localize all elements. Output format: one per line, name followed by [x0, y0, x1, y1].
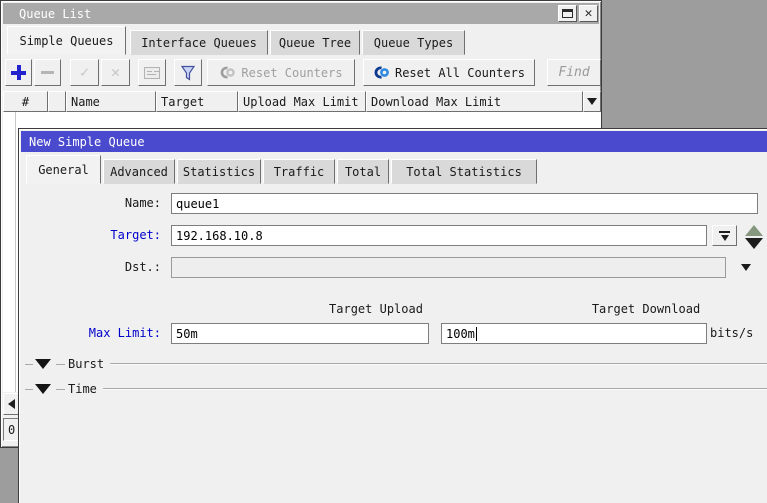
find-label: Find	[558, 65, 589, 80]
tab-total[interactable]: Total	[337, 159, 389, 184]
target-input[interactable]: 192.168.10.8	[171, 225, 707, 246]
divider	[25, 389, 33, 390]
reset-counters-icon	[219, 66, 236, 79]
tab-general[interactable]: General	[26, 155, 101, 184]
column-header-target[interactable]: Target	[156, 91, 238, 112]
arrow-left-icon	[8, 399, 15, 409]
comment-icon	[144, 67, 160, 79]
divider	[25, 364, 33, 365]
max-limit-download-input[interactable]: 100m	[441, 323, 707, 344]
disable-button[interactable]: ✕	[101, 59, 130, 86]
dst-label: Dst.:	[19, 260, 161, 274]
enable-button[interactable]: ✓	[70, 59, 99, 86]
dst-dropdown-icon[interactable]	[741, 264, 751, 271]
add-button[interactable]	[5, 59, 32, 86]
arrow-down-icon[interactable]	[745, 238, 763, 249]
tab-interface-queues[interactable]: Interface Queues	[130, 30, 268, 55]
name-input[interactable]: queue1	[171, 193, 758, 214]
grid-line	[15, 112, 16, 392]
name-label: Name:	[19, 196, 161, 210]
reset-all-counters-icon	[373, 66, 390, 79]
target-dropdown-button[interactable]	[712, 225, 737, 246]
target-upload-header: Target Upload	[326, 302, 426, 316]
drop-list-icon	[719, 231, 730, 233]
queue-list-titlebar[interactable]: Queue List ✕	[3, 3, 599, 24]
desktop: Queue List ✕ Simple Queues Interface Que…	[0, 0, 767, 503]
queue-list-toolbar: ✓ ✕ Reset Counters	[3, 59, 601, 89]
remove-button[interactable]	[34, 59, 61, 86]
time-expand-icon[interactable]	[35, 384, 51, 394]
queue-list-tab-bar: Simple Queues Interface Queues Queue Tre…	[3, 25, 601, 55]
dialog-titlebar[interactable]: New Simple Queue	[21, 131, 767, 152]
queue-list-title: Queue List	[3, 7, 91, 21]
name-value: queue1	[176, 197, 219, 211]
minus-icon	[41, 71, 54, 74]
time-section: Time	[25, 382, 767, 396]
max-limit-label: Max Limit:	[19, 326, 161, 340]
time-section-label: Time	[68, 382, 97, 396]
reset-all-counters-button[interactable]: Reset All Counters	[363, 59, 535, 86]
tab-statistics[interactable]: Statistics	[177, 159, 261, 184]
column-header-flags[interactable]	[48, 91, 66, 112]
burst-section: Burst	[25, 357, 767, 371]
tab-total-statistics[interactable]: Total Statistics	[391, 159, 537, 184]
comment-button[interactable]	[138, 59, 166, 86]
max-limit-download-value: 100m	[446, 327, 475, 341]
chevron-down-icon	[587, 98, 597, 105]
column-header-number[interactable]: #	[3, 91, 48, 112]
divider	[110, 363, 767, 365]
close-icon: ✕	[585, 7, 593, 20]
text-cursor	[476, 327, 477, 341]
drop-list-arrow-icon	[721, 235, 729, 241]
x-icon: ✕	[111, 65, 120, 80]
divider	[56, 389, 65, 390]
find-button[interactable]: Find	[547, 59, 601, 86]
maximize-button[interactable]	[558, 5, 577, 22]
target-download-header: Target Download	[586, 302, 706, 316]
reset-counters-button[interactable]: Reset Counters	[207, 59, 355, 86]
filter-icon	[180, 65, 196, 81]
arrow-up-icon[interactable]	[745, 225, 763, 236]
dialog-tab-bar: General Advanced Statistics Traffic Tota…	[21, 155, 767, 184]
dialog-title: New Simple Queue	[21, 135, 145, 149]
divider	[56, 364, 65, 365]
tab-queue-types[interactable]: Queue Types	[362, 30, 465, 55]
filter-button[interactable]	[174, 59, 202, 86]
column-header-upload[interactable]: Upload Max Limit	[238, 91, 366, 112]
column-header-name[interactable]: Name	[66, 91, 156, 112]
target-add-remove-spinner	[743, 225, 765, 249]
max-limit-upload-value: 50m	[176, 327, 198, 341]
close-button[interactable]: ✕	[579, 5, 598, 22]
tab-advanced[interactable]: Advanced	[103, 159, 175, 184]
max-limit-upload-input[interactable]: 50m	[171, 323, 429, 344]
target-label: Target:	[19, 228, 161, 242]
add-icon	[11, 65, 26, 80]
column-header-download[interactable]: Download Max Limit	[366, 91, 583, 112]
tab-simple-queues[interactable]: Simple Queues	[7, 26, 126, 55]
burst-section-label: Burst	[68, 357, 104, 371]
dst-input[interactable]	[171, 257, 726, 278]
queue-table-header: # Name Target Upload Max Limit Download …	[3, 91, 601, 112]
column-select-button[interactable]	[583, 91, 601, 112]
divider	[103, 388, 767, 390]
tab-queue-tree[interactable]: Queue Tree	[270, 30, 360, 55]
check-icon: ✓	[80, 65, 89, 80]
new-simple-queue-dialog: New Simple Queue General Advanced Statis…	[18, 128, 767, 503]
maximize-icon	[562, 9, 573, 18]
burst-expand-icon[interactable]	[35, 359, 51, 369]
unit-label: bits/s	[710, 326, 753, 340]
tab-traffic[interactable]: Traffic	[263, 159, 335, 184]
target-value: 192.168.10.8	[176, 229, 263, 243]
reset-all-counters-label: Reset All Counters	[395, 66, 525, 80]
reset-counters-label: Reset Counters	[241, 66, 342, 80]
scroll-left-button[interactable]	[3, 393, 19, 415]
